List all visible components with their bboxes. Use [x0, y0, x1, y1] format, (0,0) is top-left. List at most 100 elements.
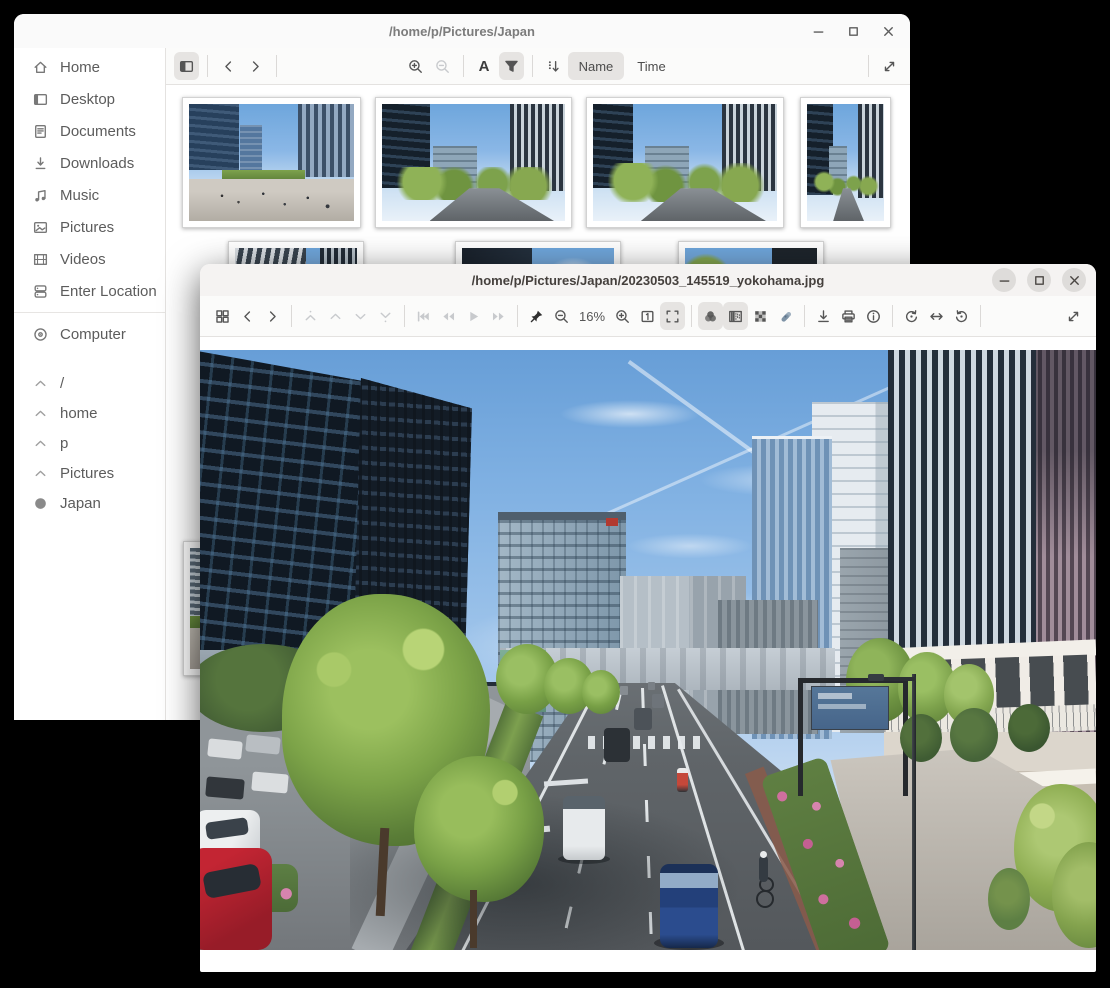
music-icon [32, 187, 49, 204]
sidebar-item-japan[interactable]: Japan [14, 488, 165, 518]
flip-horizontal-button[interactable] [924, 302, 949, 330]
sidebar-item-enter-location[interactable]: Enter Location [14, 275, 165, 307]
sort-by-time-button[interactable]: Time [626, 52, 676, 80]
sidebar-item-pictures[interactable]: Pictures [14, 211, 165, 243]
chevron-down-dot-icon [377, 308, 394, 325]
zoom-in-button[interactable] [403, 52, 428, 80]
toolbar-separator [291, 305, 292, 327]
distant-car-a [620, 686, 628, 695]
sidebar-item-home[interactable]: Home [14, 51, 165, 83]
toolbar-separator [207, 55, 208, 77]
skip-to-start-button[interactable] [411, 302, 436, 330]
close-button[interactable] [1062, 268, 1086, 292]
play-slideshow-button[interactable] [461, 302, 486, 330]
sidebar-item-pictures[interactable]: Pictures [14, 458, 165, 488]
zoom-in-button[interactable] [610, 302, 635, 330]
maximize-button[interactable] [1027, 268, 1051, 292]
distant-car-3 [652, 694, 664, 708]
rewind-button[interactable] [436, 302, 461, 330]
sidebar-item-home[interactable]: home [14, 398, 165, 428]
sidebar-item-computer[interactable]: Computer [14, 318, 165, 350]
retouch-icon [777, 308, 794, 325]
photo-thumbnail[interactable] [375, 97, 572, 228]
photo-canvas[interactable] [200, 350, 1096, 950]
scooter-rider [677, 768, 688, 792]
zoom-out-button[interactable] [430, 52, 455, 80]
chevron-down-icon [352, 308, 369, 325]
pin-button[interactable] [524, 302, 549, 330]
sort-order-button[interactable] [541, 52, 566, 80]
chevron-left-icon [220, 58, 237, 75]
checkerboard-icon [752, 308, 769, 325]
back-button[interactable] [216, 52, 241, 80]
blue-car [660, 864, 718, 948]
fit-window-button[interactable] [660, 302, 685, 330]
expand-button[interactable] [877, 52, 902, 80]
first-image-button[interactable] [298, 302, 323, 330]
pin-icon [528, 308, 545, 325]
sidebar-toggle-icon [178, 58, 195, 75]
maximize-button[interactable] [841, 19, 865, 43]
checkerboard-button[interactable] [748, 302, 773, 330]
sidebar-item-desktop[interactable]: Desktop [14, 83, 165, 115]
toggle-sidebar-button[interactable] [174, 52, 199, 80]
toolbar-separator [517, 305, 518, 327]
color-adjust-button[interactable] [698, 302, 723, 330]
sort-by-name-button[interactable]: Name [568, 52, 625, 80]
next-button[interactable] [260, 302, 285, 330]
cyclist-helmet [760, 851, 767, 858]
streetlight-lamp [868, 674, 884, 681]
skip-start-icon [415, 308, 432, 325]
terrace-tree-2 [950, 708, 998, 762]
previous-button[interactable] [235, 302, 260, 330]
sidebar-item-downloads[interactable]: Downloads [14, 147, 165, 179]
photo-thumbnail[interactable] [800, 97, 891, 228]
font-size-button[interactable]: A [472, 52, 497, 80]
original-size-button[interactable] [635, 302, 660, 330]
zoom-in-icon [407, 58, 424, 75]
window-title: /home/p/Pictures/Japan/20230503_145519_y… [472, 273, 825, 288]
sidebar-item-music[interactable]: Music [14, 179, 165, 211]
info-icon [865, 308, 882, 325]
window-controls [992, 264, 1086, 296]
previous-image-button[interactable] [323, 302, 348, 330]
info-button[interactable] [861, 302, 886, 330]
rotate-right-button[interactable] [949, 302, 974, 330]
forward-button[interactable] [243, 52, 268, 80]
sidebar-item-documents[interactable]: Documents [14, 115, 165, 147]
next-image-button[interactable] [348, 302, 373, 330]
computer-icon [32, 326, 49, 343]
chevron-up-icon [32, 465, 49, 482]
rotate-left-button[interactable] [899, 302, 924, 330]
retouch-button[interactable] [773, 302, 798, 330]
close-button[interactable] [876, 19, 900, 43]
file-manager-titlebar[interactable]: /home/p/Pictures/Japan [14, 14, 910, 48]
sidebar-item-p[interactable]: p [14, 428, 165, 458]
minimize-button[interactable] [806, 19, 830, 43]
halftone-button[interactable] [723, 302, 748, 330]
sidebar-item-label: Music [60, 187, 99, 204]
filter-button[interactable] [499, 52, 524, 80]
image-viewer-titlebar[interactable]: /home/p/Pictures/Japan/20230503_145519_y… [200, 264, 1096, 296]
save-button[interactable] [811, 302, 836, 330]
fast-forward-button[interactable] [486, 302, 511, 330]
sidebar-item-videos[interactable]: Videos [14, 243, 165, 275]
expand-icon [881, 58, 898, 75]
print-button[interactable] [836, 302, 861, 330]
minimize-icon [810, 23, 827, 40]
toolbar-separator [892, 305, 893, 327]
fullscreen-button[interactable] [1061, 302, 1086, 330]
photo-thumbnail[interactable] [586, 97, 784, 228]
fit-icon [664, 308, 681, 325]
rotate-cw-icon [953, 308, 970, 325]
download-icon [32, 155, 49, 172]
sidebar-item-root[interactable]: / [14, 368, 165, 398]
zoom-out-button[interactable] [549, 302, 574, 330]
last-image-button[interactable] [373, 302, 398, 330]
sidebar-item-label: Pictures [60, 219, 114, 236]
thumbnails-button[interactable] [210, 302, 235, 330]
minimize-button[interactable] [992, 268, 1016, 292]
chevron-right-icon [247, 58, 264, 75]
photo-thumbnail[interactable] [182, 97, 361, 228]
terrace-tree-3 [1008, 704, 1050, 752]
